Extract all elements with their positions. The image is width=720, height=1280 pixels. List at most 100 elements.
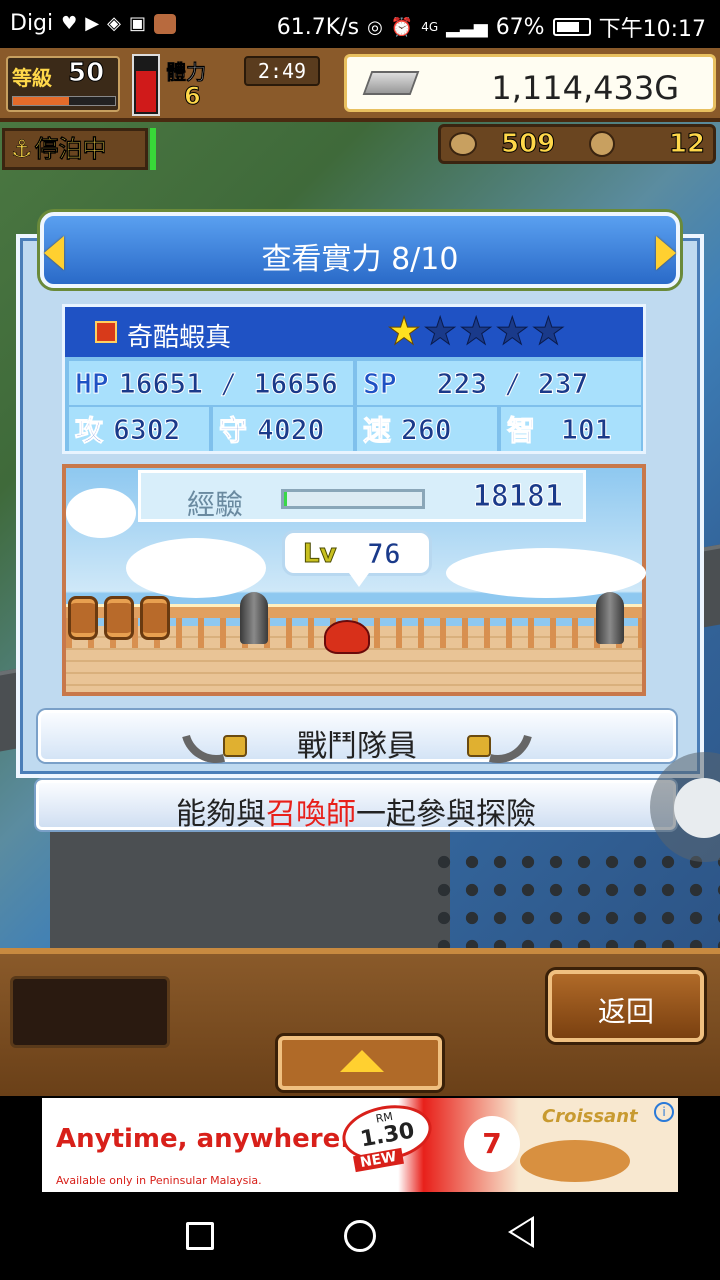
level-bubble: Lv 76 [282,530,432,587]
stamina-timer: 2:49 [244,56,320,86]
app-notification-icon: ▣ [128,13,146,34]
experience-box: 經驗 18181 [138,470,586,522]
cannon [596,592,624,644]
back-button[interactable]: 返回 [548,970,704,1042]
network-type: 4G [421,20,439,34]
resource-1-value: 509 [500,129,556,160]
screen: Digi ♥ ▶ ◈ ▣ 61.7K/s ◎ ⏰ 4G ▂▃▅ 67% 下午10… [0,0,720,1280]
player-level-box: 等級 50 [6,56,120,112]
exp-value: 18181 [472,479,563,515]
ad-7days-logo: 7 [464,1116,520,1172]
expand-menu-button[interactable] [278,1036,442,1090]
monster-name: 奇酷蝦真 [127,323,232,353]
cloud [446,548,646,598]
hp-label: HP [75,366,110,400]
fire-element-icon [95,321,117,343]
food-icon [449,132,477,156]
docked-label: 停泊中 [34,135,107,164]
back-button-label: 返回 [597,995,654,1028]
ad-price: 1.30 [358,1118,417,1153]
ad-brand: Croissant [542,1106,638,1127]
stats-row-attributes: 攻 6302 守 4020 速 260 智 101 [69,407,641,451]
health-app-icon: ♥ [61,13,78,34]
spd-label: 速 [362,414,392,448]
next-arrow-icon[interactable] [656,236,676,270]
ad-banner-area: Anytime, anywhere. Available only in Pen… [0,1096,720,1192]
rarity-stars: ★ ★ ★ ★ ★ [386,309,565,353]
stamina-label: 體力 [166,60,207,85]
lv-value: 76 [367,537,402,571]
sp-value: 223 / 237 [436,366,589,400]
star-empty-icon: ★ [495,309,530,353]
stamina-gauge [132,54,160,116]
hp-value: 16651 / 16656 [118,366,338,400]
gold-display: 1,114,433G [344,54,716,112]
cloud [66,488,136,538]
monster-name-bar: 奇酷蝦真 ★ ★ ★ ★ ★ [65,307,643,357]
level-progress-bar [12,96,116,106]
assist-dot-icon [674,778,720,838]
alarm-icon: ⏰ [390,16,414,38]
silver-bar-icon [362,71,420,95]
spd-value: 260 [401,412,453,446]
summon-suffix: 一起參與探險 [356,797,536,832]
int-label: 智 [506,414,536,448]
def-value: 4020 [257,412,325,446]
signal-icon: ▂▃▅ [446,16,488,38]
battery-percent: 67% [495,14,545,40]
summon-highlight: 召喚師 [266,797,356,832]
right-sword-hilt-icon [467,735,491,757]
ad-subline: Available only in Peninsular Malaysia. [56,1174,262,1187]
ad-info-icon[interactable]: i [654,1102,674,1122]
top-hud: 等級 50 體力 6 2:49 1,114,433G [0,48,720,122]
youtube-icon: ▶ [85,13,100,34]
monster-sprite [324,620,370,654]
recent-apps-icon[interactable] [186,1222,214,1250]
star-empty-icon: ★ [459,309,494,353]
carrier-label: Digi [10,11,54,36]
back-icon[interactable] [508,1216,534,1248]
dialog-title: 查看實力 8/10 [261,242,459,277]
empty-slot [10,976,170,1048]
resource-2-value: 12 [668,129,705,160]
docked-indicator [150,128,156,170]
level-label: 等級 [12,66,52,90]
gold-amount: 1,114,433G [491,69,679,107]
battery-icon [552,18,591,36]
croissant-image [520,1140,630,1182]
def-cell: 守 4020 [213,407,353,451]
anchor-icon: ⚓ [11,135,33,164]
hp-cell: HP 16651 / 16656 [69,361,353,405]
game-controller-icon: ◈ [107,13,121,34]
navigation-bar [0,1192,720,1280]
ad-banner[interactable]: Anytime, anywhere. Available only in Pen… [42,1098,678,1192]
atk-value: 6302 [113,412,181,446]
net-speed: 61.7K/s [276,14,360,40]
star-empty-icon: ★ [423,309,458,353]
summoner-info-text: 能夠與召喚師一起參與探險 [39,789,673,833]
atk-label: 攻 [74,414,104,448]
cannon [240,592,268,644]
star-filled-icon: ★ [386,309,422,353]
ad-headline: Anytime, anywhere. [56,1124,351,1154]
docked-status-button[interactable]: ⚓停泊中 [2,128,148,170]
atk-cell: 攻 6302 [69,407,209,451]
stats-row-hp-sp: HP 16651 / 16656 SP 223 / 237 [69,361,641,405]
int-cell: 智 101 [501,407,641,451]
spd-cell: 速 260 [357,407,497,451]
status-bar: Digi ♥ ▶ ◈ ▣ 61.7K/s ◎ ⏰ 4G ▂▃▅ 67% 下午10… [0,0,720,48]
summon-prefix: 能夠與 [176,797,266,832]
exp-label: 經驗 [187,488,244,521]
battle-member-button[interactable]: 戰鬥隊員 [38,680,676,776]
resource-display: 509 12 [438,124,716,164]
stats-panel: 奇酷蝦真 ★ ★ ★ ★ ★ HP 16651 / 16656 SP 223 / 237… [62,304,646,454]
home-icon[interactable] [344,1220,376,1252]
barrel [68,596,98,640]
barrel [104,596,134,640]
dialog-header: 查看實力 8/10 [40,212,680,288]
battle-member-label: 戰鬥隊員 [297,729,417,764]
int-value: 101 [561,412,613,446]
game-app-icon [153,13,176,34]
fortress-wall-lower [50,818,450,948]
bottom-panel: 返回 [0,948,720,1096]
